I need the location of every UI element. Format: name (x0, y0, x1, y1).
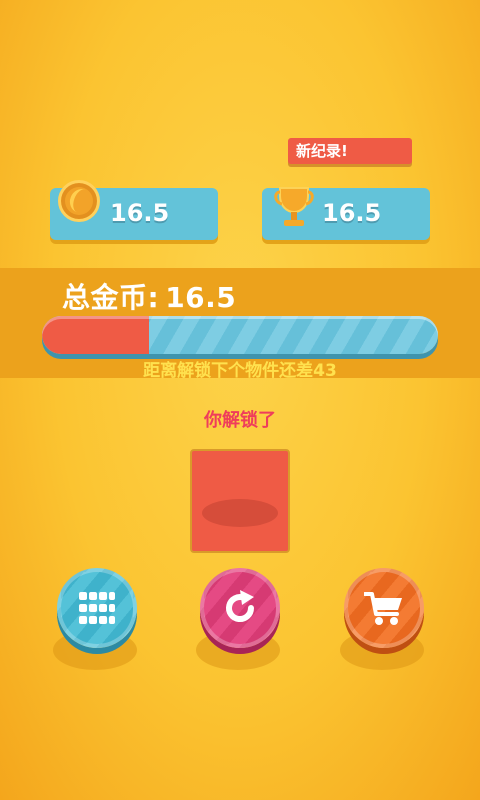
grid-icon (79, 592, 115, 624)
reload-button-face (200, 568, 280, 648)
best-score-card: 16.5 (262, 187, 430, 240)
reload-button[interactable] (200, 568, 280, 648)
levels-button[interactable] (57, 568, 137, 648)
total-coins-title: 总金币: (62, 281, 160, 314)
unlocked-text: 你解锁了 (204, 410, 276, 431)
unlocked-item-card[interactable] (190, 449, 290, 553)
unlock-hint-text: 距离解锁下个物件还差43 (143, 361, 337, 381)
levels-button-face (57, 568, 137, 648)
progress-band: 总金币: 16.5 距离解锁下个物件还差43 (0, 268, 480, 381)
best-score-value: 16.5 (322, 199, 382, 227)
item-shadow (202, 499, 278, 527)
trophy-icon (274, 187, 314, 226)
current-coins-value: 16.5 (110, 199, 170, 227)
shop-button[interactable] (344, 568, 424, 648)
reload-icon (226, 590, 255, 622)
new-record-badge: 新纪录! (288, 138, 412, 164)
coins-card: 16.5 (50, 180, 218, 240)
cart-icon (364, 592, 402, 625)
progress-bar (42, 316, 438, 354)
total-coins-label: 总金币: 16.5 (62, 276, 236, 316)
coin-icon (58, 180, 100, 222)
progress-fill (42, 316, 149, 354)
total-coins-value: 16.5 (165, 281, 237, 314)
shop-button-face (344, 568, 424, 648)
